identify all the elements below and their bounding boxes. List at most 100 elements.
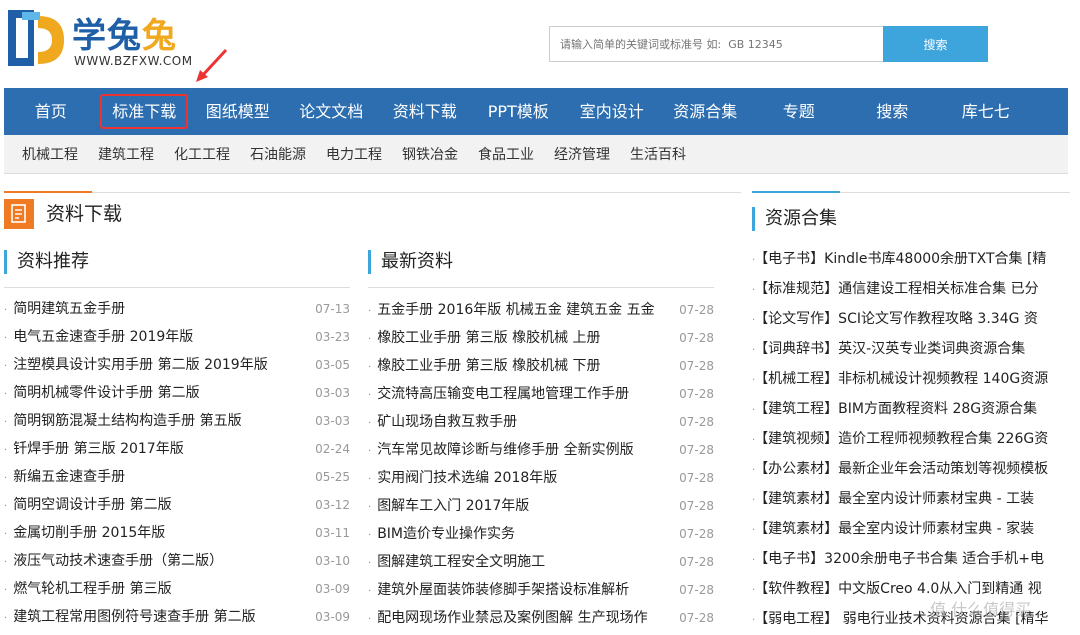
sub-nav-item-5[interactable]: 钢铁冶金 (402, 144, 458, 164)
bullet-icon: · (4, 333, 8, 344)
list-item[interactable]: · 简明钢筋混凝土结构构造手册 第五版 03-03 (4, 407, 350, 435)
item-title[interactable]: 简明空调设计手册 第二版 (13, 497, 171, 513)
nav-item-4[interactable]: 资料下载 (378, 88, 472, 135)
search-input[interactable] (549, 26, 883, 62)
sub-nav-item-8[interactable]: 生活百科 (630, 144, 686, 164)
item-title[interactable]: BIM造价专业操作实务 (377, 526, 515, 542)
list-item[interactable]: · 橡胶工业手册 第三版 橡胶机械 下册 07-28 (368, 352, 714, 380)
list-item[interactable]: · 图解建筑工程安全文明施工 07-28 (368, 548, 714, 576)
collection-item[interactable]: · 【词典辞书】英汉-汉英专业类词典资源合集 (752, 334, 1070, 364)
list-item[interactable]: · 钎焊手册 第三版 2017年版 02-24 (4, 435, 350, 463)
sub-nav-item-6[interactable]: 食品工业 (478, 144, 534, 164)
item-title[interactable]: 新编五金速查手册 (13, 469, 125, 485)
bullet-icon: · (752, 525, 756, 536)
item-title[interactable]: 简明机械零件设计手册 第二版 (13, 385, 199, 401)
sub-nav-item-1[interactable]: 建筑工程 (98, 144, 154, 164)
list-item[interactable]: · 五金手册 2016年版 机械五金 建筑五金 五金 07-28 (368, 296, 714, 324)
list-item[interactable]: · 简明建筑五金手册 07-13 (4, 295, 350, 323)
item-title[interactable]: 图解建筑工程安全文明施工 (377, 554, 545, 570)
collection-item[interactable]: · 【电子书】3200余册电子书合集 适合手机+电 (752, 544, 1070, 574)
item-title[interactable]: 【办公素材】最新企业年会活动策划等视频模板 (761, 461, 1048, 477)
nav-item-8[interactable]: 专题 (752, 88, 846, 135)
collection-item[interactable]: · 【电子书】Kindle书库48000余册TXT合集 [精 (752, 244, 1070, 274)
item-title[interactable]: 注塑模具设计实用手册 第二版 2019年版 (13, 357, 268, 373)
item-title[interactable]: 【标准规范】通信建设工程相关标准合集 已分 (761, 281, 1038, 297)
item-title[interactable]: 简明钢筋混凝土结构构造手册 第五版 (13, 413, 241, 429)
list-item[interactable]: · 燃气轮机工程手册 第三版 03-09 (4, 575, 350, 603)
item-title[interactable]: 【论文写作】SCI论文写作教程攻略 3.34G 资 (761, 311, 1038, 327)
item-title[interactable]: 矿山现场自救互救手册 (377, 414, 517, 430)
list-item[interactable]: · 电气五金速查手册 2019年版 03-23 (4, 323, 350, 351)
item-title[interactable]: 实用阀门技术选编 2018年版 (377, 470, 557, 486)
list-item[interactable]: · 建筑工程常用图例符号速查手册 第二版 03-09 (4, 603, 350, 631)
list-item[interactable]: · 金属切削手册 2015年版 03-11 (4, 519, 350, 547)
item-date: 07-28 (679, 471, 714, 485)
collection-item[interactable]: · 【建筑素材】最全室内设计师素材宝典 - 家装 (752, 514, 1070, 544)
list-item[interactable]: · 建筑外屋面装饰装修脚手架搭设标准解析 07-28 (368, 576, 714, 604)
list-item[interactable]: · 配电网现场作业禁忌及案例图解 生产现场作 07-28 (368, 604, 714, 632)
item-title[interactable]: 电气五金速查手册 2019年版 (13, 329, 193, 345)
list-item[interactable]: · 汽车常见故障诊断与维修手册 全新实例版 07-28 (368, 436, 714, 464)
collection-item[interactable]: · 【标准规范】通信建设工程相关标准合集 已分 (752, 274, 1070, 304)
item-title[interactable]: 橡胶工业手册 第三版 橡胶机械 下册 (377, 358, 600, 374)
sub-nav-item-4[interactable]: 电力工程 (326, 144, 382, 164)
list-item[interactable]: · 图解车工入门 2017年版 07-28 (368, 492, 714, 520)
bullet-icon: · (368, 418, 372, 429)
nav-item-2[interactable]: 图纸模型 (191, 88, 285, 135)
list-item[interactable]: · 实用阀门技术选编 2018年版 07-28 (368, 464, 714, 492)
list-item[interactable]: · 注塑模具设计实用手册 第二版 2019年版 03-05 (4, 351, 350, 379)
list-item[interactable]: · 橡胶工业手册 第三版 橡胶机械 上册 07-28 (368, 324, 714, 352)
item-title[interactable]: 交流特高压输变电工程属地管理工作手册 (377, 386, 629, 402)
list-item[interactable]: · 矿山现场自救互救手册 07-28 (368, 408, 714, 436)
list-item[interactable]: · 液压气动技术速查手册（第二版） 03-10 (4, 547, 350, 575)
list-item[interactable]: · 简明空调设计手册 第二版 03-12 (4, 491, 350, 519)
item-date: 07-28 (679, 583, 714, 597)
collection-item[interactable]: · 【建筑素材】最全室内设计师素材宝典 - 工装 (752, 484, 1070, 514)
item-title[interactable]: 图解车工入门 2017年版 (377, 498, 529, 514)
item-title[interactable]: 【电子书】3200余册电子书合集 适合手机+电 (761, 551, 1044, 567)
item-title[interactable]: 建筑外屋面装饰装修脚手架搭设标准解析 (377, 582, 629, 598)
item-title[interactable]: 【机械工程】非标机械设计视频教程 140G资源 (761, 371, 1048, 387)
item-title[interactable]: 配电网现场作业禁忌及案例图解 生产现场作 (377, 610, 647, 626)
item-title[interactable]: 五金手册 2016年版 机械五金 建筑五金 五金 (377, 302, 654, 318)
item-title[interactable]: 汽车常见故障诊断与维修手册 全新实例版 (377, 442, 633, 458)
item-title[interactable]: 【建筑工程】BIM方面教程资料 28G资源合集 (761, 401, 1037, 417)
item-title[interactable]: 橡胶工业手册 第三版 橡胶机械 上册 (377, 330, 600, 346)
collection-item[interactable]: · 【论文写作】SCI论文写作教程攻略 3.34G 资 (752, 304, 1070, 334)
nav-item-9[interactable]: 搜索 (846, 88, 940, 135)
item-title[interactable]: 【建筑视频】造价工程师视频教程合集 226G资 (761, 431, 1048, 447)
list-item[interactable]: · 简明机械零件设计手册 第二版 03-03 (4, 379, 350, 407)
site-logo[interactable]: 学兔兔 WWW.BZFXW.COM (4, 6, 204, 72)
list-item[interactable]: · BIM造价专业操作实务 07-28 (368, 520, 714, 548)
item-title[interactable]: 【软件教程】中文版Creo 4.0从入门到精通 视 (761, 581, 1042, 597)
nav-item-0[interactable]: 首页 (4, 88, 98, 135)
item-title[interactable]: 钎焊手册 第三版 2017年版 (13, 441, 184, 457)
item-title[interactable]: 建筑工程常用图例符号速查手册 第二版 (13, 609, 255, 625)
nav-item-3[interactable]: 论文文档 (285, 88, 379, 135)
item-title[interactable]: 【建筑素材】最全室内设计师素材宝典 - 家装 (761, 521, 1034, 537)
sub-nav-item-7[interactable]: 经济管理 (554, 144, 610, 164)
collection-item[interactable]: · 【建筑工程】BIM方面教程资料 28G资源合集 (752, 394, 1070, 424)
item-title[interactable]: 简明建筑五金手册 (13, 301, 125, 317)
sub-nav-item-3[interactable]: 石油能源 (250, 144, 306, 164)
item-title[interactable]: 【电子书】Kindle书库48000余册TXT合集 [精 (761, 251, 1046, 267)
list-item[interactable]: · 交流特高压输变电工程属地管理工作手册 07-28 (368, 380, 714, 408)
collection-item[interactable]: · 【机械工程】非标机械设计视频教程 140G资源 (752, 364, 1070, 394)
item-title[interactable]: 金属切削手册 2015年版 (13, 525, 165, 541)
list-item[interactable]: · 新编五金速查手册 05-25 (4, 463, 350, 491)
bullet-icon: · (368, 502, 372, 513)
collection-item[interactable]: · 【办公素材】最新企业年会活动策划等视频模板 (752, 454, 1070, 484)
nav-item-10[interactable]: 库七七 (939, 88, 1033, 135)
nav-item-5[interactable]: PPT模板 (472, 88, 566, 135)
item-title[interactable]: 【建筑素材】最全室内设计师素材宝典 - 工装 (761, 491, 1034, 507)
collection-item[interactable]: · 【建筑视频】造价工程师视频教程合集 226G资 (752, 424, 1070, 454)
nav-item-7[interactable]: 资源合集 (659, 88, 753, 135)
sub-nav-item-2[interactable]: 化工工程 (174, 144, 230, 164)
nav-item-6[interactable]: 室内设计 (565, 88, 659, 135)
nav-item-1[interactable]: 标准下载 (98, 88, 192, 135)
item-title[interactable]: 燃气轮机工程手册 第三版 (13, 581, 171, 597)
search-button[interactable]: 搜索 (883, 26, 988, 62)
sub-nav-item-0[interactable]: 机械工程 (22, 144, 78, 164)
item-title[interactable]: 【词典辞书】英汉-汉英专业类词典资源合集 (761, 341, 1025, 357)
item-title[interactable]: 液压气动技术速查手册（第二版） (13, 553, 223, 569)
